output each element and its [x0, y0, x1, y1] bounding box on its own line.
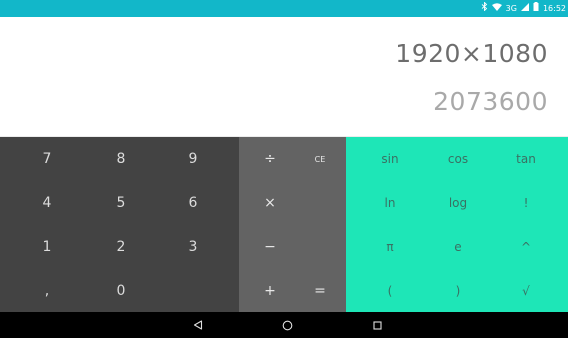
key-5[interactable]: 5: [86, 181, 156, 225]
network-type: 3G: [505, 4, 517, 13]
pi-button[interactable]: π: [356, 225, 424, 269]
key-1[interactable]: 1: [14, 225, 80, 269]
key-8[interactable]: 8: [86, 137, 156, 181]
formula-text[interactable]: 1920×1080: [395, 39, 548, 68]
scientific-pad: sin cos tan ln log ! π e ^ ( ) √: [346, 137, 568, 312]
battery-icon: [533, 0, 539, 17]
sin-button[interactable]: sin: [356, 137, 424, 181]
result-text: 2073600: [433, 87, 548, 116]
calculator-display: 1920×1080 2073600: [0, 17, 568, 137]
home-icon[interactable]: [267, 312, 307, 338]
key-empty: [158, 269, 228, 312]
key-9[interactable]: 9: [158, 137, 228, 181]
equals-button[interactable]: =: [294, 269, 346, 312]
subtract-button[interactable]: −: [239, 225, 301, 269]
key-2[interactable]: 2: [86, 225, 156, 269]
key-6[interactable]: 6: [158, 181, 228, 225]
key-3[interactable]: 3: [158, 225, 228, 269]
ln-button[interactable]: ln: [356, 181, 424, 225]
sqrt-button[interactable]: √: [492, 269, 560, 312]
cos-button[interactable]: cos: [424, 137, 492, 181]
factorial-button[interactable]: !: [492, 181, 560, 225]
bluetooth-icon: [481, 0, 488, 17]
add-button[interactable]: +: [239, 269, 301, 312]
power-button[interactable]: ^: [492, 225, 560, 269]
divide-button[interactable]: ÷: [239, 137, 301, 181]
wifi-icon: [491, 0, 502, 17]
recents-icon[interactable]: [357, 312, 397, 338]
open-paren-button[interactable]: (: [356, 269, 424, 312]
keypad: 7 8 9 4 5 6 1 2 3 , 0 ÷ CE × − + = sin c…: [0, 137, 568, 312]
key-0[interactable]: 0: [86, 269, 156, 312]
navigation-bar: [0, 312, 568, 338]
clock: 16:52: [542, 4, 566, 13]
log-button[interactable]: log: [424, 181, 492, 225]
e-button[interactable]: e: [424, 225, 492, 269]
key-7[interactable]: 7: [14, 137, 80, 181]
status-bar: 3G 16:52: [0, 0, 568, 17]
close-paren-button[interactable]: ): [424, 269, 492, 312]
clear-button[interactable]: CE: [294, 137, 346, 181]
key-decimal[interactable]: ,: [14, 269, 80, 312]
multiply-button[interactable]: ×: [239, 181, 301, 225]
tan-button[interactable]: tan: [492, 137, 560, 181]
digit-pad: 7 8 9 4 5 6 1 2 3 , 0: [0, 137, 239, 312]
back-icon[interactable]: [178, 312, 218, 338]
signal-icon: [520, 0, 529, 17]
operator-pad: ÷ CE × − + =: [239, 137, 346, 312]
key-4[interactable]: 4: [14, 181, 80, 225]
